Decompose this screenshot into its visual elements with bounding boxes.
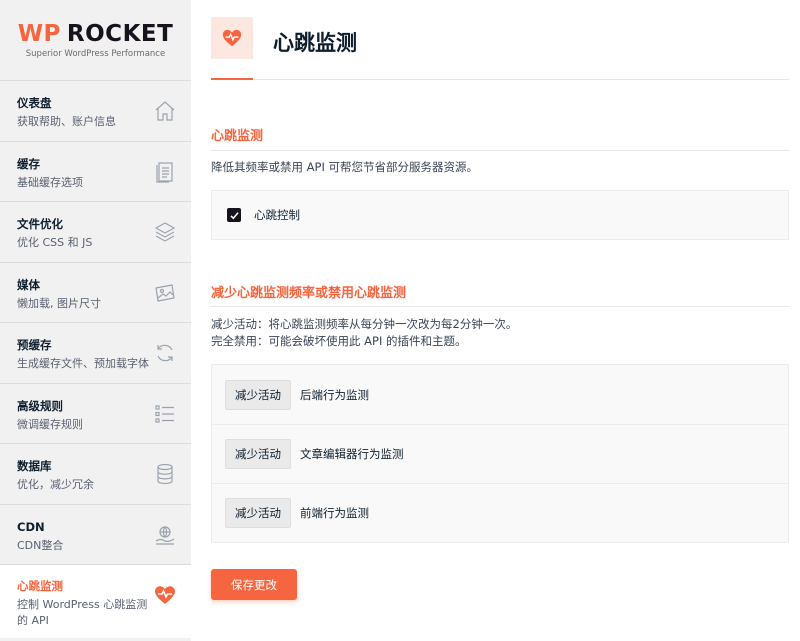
heartbeat-control-box: 心跳控制 (211, 190, 789, 240)
section-title-reduce: 减少心跳监测频率或禁用心跳监测 (211, 286, 407, 301)
page-header: 心跳监测 (211, 17, 789, 80)
sidebar-item-media[interactable]: 媒体 懒加载, 图片尺寸 (0, 261, 191, 323)
editor-behavior-select[interactable]: 减少活动 (225, 439, 291, 469)
section-divider (211, 150, 789, 151)
logo-wordmark: WP ROCKET (18, 23, 174, 46)
sidebar-item-preload[interactable]: 预缓存 生成缓存文件、预加载字体 (0, 322, 191, 383)
layers-icon (153, 220, 177, 244)
reduce-description-line1: 减少活动：将心跳监测频率从每分钟一次改为每2分钟一次。 (211, 317, 518, 331)
sidebar-item-advanced-rules[interactable]: 高级规则 微调缓存规则 (0, 382, 191, 444)
image-icon (153, 281, 177, 305)
sidebar-item-database[interactable]: 数据库 优化，减少冗余 (0, 443, 191, 504)
behavior-label: 文章编辑器行为监测 (300, 447, 404, 461)
heartbeat-icon (211, 17, 253, 59)
sidebar-item-cache[interactable]: 缓存 基础缓存选项 (0, 140, 191, 202)
home-icon (153, 99, 177, 123)
sidebar-item-subtitle: 控制 WordPress 心跳监测的 API (17, 598, 148, 627)
sidebar-item-heartbeat[interactable]: 心跳监测 控制 WordPress 心跳监测的 API (0, 564, 191, 638)
sidebar: WP ROCKET Superior WordPress Performance… (0, 0, 191, 641)
frontend-behavior-select[interactable]: 减少活动 (225, 498, 291, 528)
frontend-behavior-row: 减少活动 前端行为监测 (212, 483, 788, 542)
heartbeat-control-checkbox[interactable] (227, 208, 241, 222)
list-icon (153, 402, 177, 426)
checkmark-icon (229, 211, 239, 219)
backend-behavior-select[interactable]: 减少活动 (225, 379, 291, 410)
page-title: 心跳监测 (273, 31, 357, 55)
heartbeat-behavior-box: 减少活动 后端行为监测 减少活动 文章编辑器行为监测 减少活动 前端行为监测 (211, 364, 789, 543)
save-changes-button[interactable]: 保存更改 (211, 569, 297, 600)
behavior-label: 后端行为监测 (300, 387, 369, 402)
database-icon (153, 462, 177, 486)
behavior-label: 前端行为监测 (300, 506, 369, 520)
checkbox-label: 心跳控制 (254, 208, 300, 222)
logo-wp-text: WP (17, 21, 61, 47)
logo-tagline: Superior WordPress Performance (25, 49, 166, 59)
sidebar-item-file-optimization[interactable]: 文件优化 优化 CSS 和 JS (0, 201, 191, 262)
editor-behavior-row: 减少活动 文章编辑器行为监测 (212, 424, 788, 483)
section-description: 降低其频率或禁用 API 可帮您节省部分服务器资源。 (211, 160, 479, 174)
reduce-description-line2: 完全禁用：可能会破坏使用此 API 的插件和主题。 (211, 334, 467, 348)
header-divider (211, 79, 789, 80)
heartbeat-control-option[interactable]: 心跳控制 (212, 191, 788, 239)
sidebar-item-dashboard[interactable]: 仪表盘 获取帮助、账户信息 (0, 80, 191, 141)
section-title-heartbeat: 心跳监测 (211, 129, 264, 144)
document-icon (153, 160, 177, 184)
wp-rocket-logo[interactable]: WP ROCKET Superior WordPress Performance (0, 0, 191, 80)
section-divider (211, 306, 789, 307)
globe-hand-icon (153, 523, 177, 547)
sidebar-item-cdn[interactable]: CDN CDN整合 (0, 503, 191, 565)
logo-rocket-text: ROCKET (66, 21, 174, 47)
main-content: 心跳监测 心跳监测 降低其频率或禁用 API 可帮您节省部分服务器资源。 心跳控… (191, 0, 800, 641)
heartbeat-icon (153, 583, 177, 607)
header-divider-accent (211, 78, 253, 80)
backend-behavior-row: 减少活动 后端行为监测 (212, 365, 788, 424)
refresh-icon (153, 341, 177, 365)
